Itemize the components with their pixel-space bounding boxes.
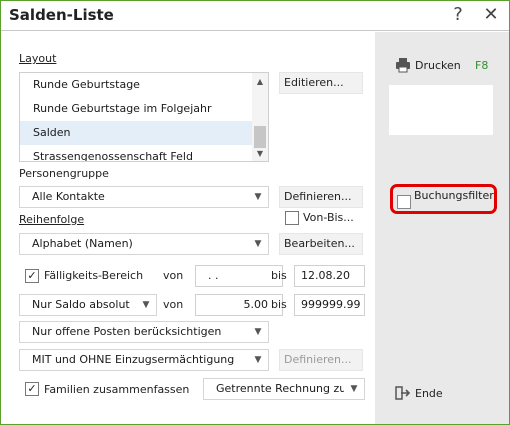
chevron-down-icon: ▼	[254, 327, 262, 337]
faelligkeit-to-label: bis	[271, 269, 287, 282]
preview-box	[389, 85, 493, 135]
einzug-define-button[interactable]: Definieren...	[279, 349, 363, 371]
settings-panel: Layout Runde Geburtstage Runde Geburtsta…	[1, 32, 375, 424]
faelligkeit-checkbox[interactable]: ✓	[25, 269, 39, 283]
einzug-select[interactable]: MIT und OHNE Einzugsermächtigung ▼	[19, 349, 269, 371]
faelligkeit-label: Fälligkeits-Bereich	[44, 269, 144, 282]
end-label: Ende	[415, 387, 443, 400]
chevron-down-icon: ▼	[254, 192, 262, 202]
close-icon[interactable]: ✕	[480, 4, 502, 26]
layout-item[interactable]: Runde Geburtstage	[20, 73, 253, 97]
salden-liste-window: Salden-Liste ? ✕ Layout Runde Geburtstag…	[0, 0, 510, 425]
chevron-down-icon: ▼	[142, 300, 150, 310]
einzug-value: MIT und OHNE Einzugsermächtigung	[32, 353, 235, 366]
reihenfolge-value: Alphabet (Namen)	[32, 237, 133, 250]
reihenfolge-select[interactable]: Alphabet (Namen) ▼	[19, 233, 269, 255]
familien-checkbox[interactable]: ✓	[25, 382, 39, 396]
buchungsfilter-highlight	[390, 184, 497, 214]
personengruppe-define-button[interactable]: Definieren...	[279, 186, 363, 208]
personengruppe-select[interactable]: Alle Kontakte ▼	[19, 186, 269, 208]
window-title: Salden-Liste	[9, 6, 114, 24]
saldo-select[interactable]: Nur Saldo absolut ▼	[19, 294, 157, 316]
print-shortcut: F8	[475, 59, 489, 72]
offene-posten-select[interactable]: Nur offene Posten berücksichtigen ▼	[19, 321, 269, 343]
layout-edit-button[interactable]: Editieren...	[279, 72, 363, 94]
question-mark-icon[interactable]: ?	[447, 4, 469, 26]
rechnung-select[interactable]: Getrennte Rechnung zusa ▼	[203, 378, 365, 400]
print-button[interactable]: Drucken F8	[393, 57, 497, 75]
chevron-down-icon: ▼	[254, 239, 262, 249]
faelligkeit-to-input[interactable]: 12.08.20	[294, 265, 365, 287]
end-button[interactable]: Ende	[393, 385, 463, 403]
saldo-to-label: bis	[271, 298, 287, 311]
chevron-down-icon: ▼	[254, 355, 262, 365]
saldo-value: Nur Saldo absolut	[32, 298, 130, 311]
von-bis-label: Von-Bis...	[303, 211, 354, 224]
layout-item-selected[interactable]: Salden	[20, 121, 253, 145]
layout-item[interactable]: Runde Geburtstage im Folgejahr	[20, 97, 253, 121]
title-bar: Salden-Liste ? ✕	[1, 1, 509, 31]
printer-icon	[396, 58, 410, 73]
von-bis-checkbox[interactable]	[285, 211, 299, 225]
exit-icon	[395, 386, 411, 400]
scroll-up-icon[interactable]: ▲	[252, 75, 268, 89]
personengruppe-label: Personengruppe	[19, 167, 109, 180]
layout-listbox[interactable]: Runde Geburtstage Runde Geburtstage im F…	[19, 72, 269, 162]
personengruppe-value: Alle Kontakte	[32, 190, 105, 203]
print-label: Drucken	[415, 59, 461, 72]
faelligkeit-from-label: von	[163, 269, 184, 282]
layout-item[interactable]: Strassengenossenschaft Feld	[20, 145, 253, 161]
offene-posten-value: Nur offene Posten berücksichtigen	[32, 325, 222, 338]
reihenfolge-label: Reihenfolge	[19, 213, 85, 226]
layout-label: Layout	[19, 52, 57, 65]
scroll-down-icon[interactable]: ▼	[252, 147, 268, 161]
saldo-from-input[interactable]: 5.00	[195, 294, 283, 316]
action-sidebar: Drucken F8 Buchungsfilter Ende	[375, 32, 509, 424]
reihenfolge-edit-button[interactable]: Bearbeiten...	[279, 233, 363, 255]
saldo-to-input[interactable]: 999999.99	[294, 294, 365, 316]
chevron-down-icon: ▼	[344, 379, 364, 399]
layout-scrollbar[interactable]: ▲ ▼	[252, 73, 268, 161]
familien-label: Familien zusammenfassen	[44, 383, 190, 396]
saldo-from-label: von	[163, 298, 184, 311]
scroll-thumb[interactable]	[254, 126, 266, 148]
faelligkeit-from-input[interactable]: . .	[195, 265, 283, 287]
rechnung-value: Getrennte Rechnung zusa	[216, 382, 359, 395]
